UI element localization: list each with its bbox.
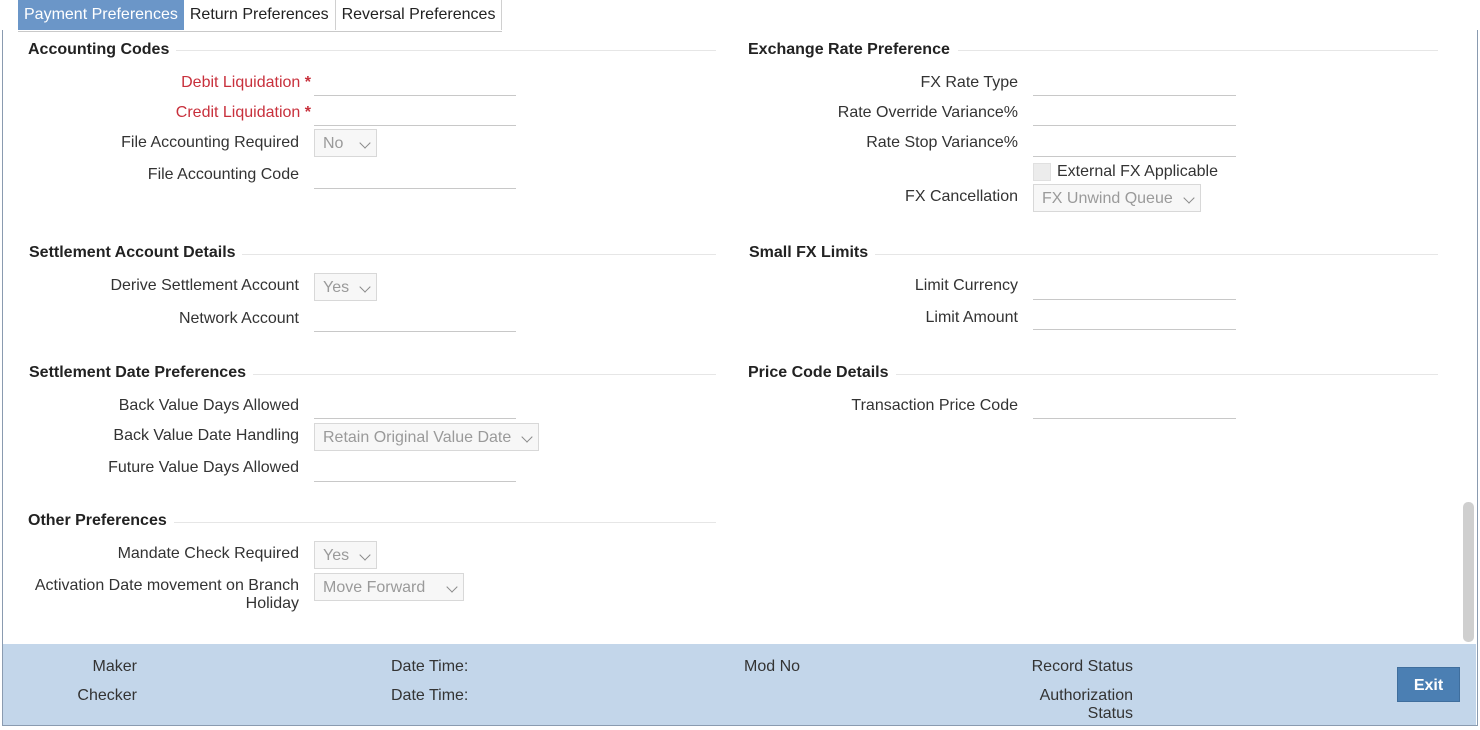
required-star: * xyxy=(304,104,311,121)
derive-settlement-account-label: Derive Settlement Account xyxy=(110,277,299,294)
rate-override-variance-label: Rate Override Variance% xyxy=(837,104,1018,121)
section-divider xyxy=(958,50,1438,51)
transaction-price-code-input[interactable] xyxy=(1033,394,1236,419)
external-fx-applicable-label: External FX Applicable xyxy=(1057,163,1218,180)
section-title-exchange-rate: Exchange Rate Preference xyxy=(748,41,950,58)
authorization-status-line1: Authorization xyxy=(1039,687,1133,704)
audit-footer xyxy=(3,644,1476,725)
rate-override-variance-input[interactable] xyxy=(1033,101,1236,126)
future-value-days-allowed-input[interactable] xyxy=(314,457,516,482)
select-value: FX Unwind Queue xyxy=(1042,190,1173,207)
activation-date-label-line2: Holiday xyxy=(245,595,299,612)
section-divider xyxy=(253,374,716,375)
future-value-days-allowed-label: Future Value Days Allowed xyxy=(108,459,299,476)
fx-rate-type-input[interactable] xyxy=(1033,71,1236,96)
mandate-check-required-label: Mandate Check Required xyxy=(117,545,299,562)
chevron-down-icon xyxy=(1183,192,1195,204)
back-value-date-handling-label: Back Value Date Handling xyxy=(113,427,299,444)
network-account-input[interactable] xyxy=(314,307,516,332)
rate-stop-variance-label: Rate Stop Variance% xyxy=(866,134,1018,151)
record-status-label: Record Status xyxy=(1031,658,1133,675)
maker-date-time-label: Date Time: xyxy=(391,658,469,675)
section-divider xyxy=(176,50,716,51)
file-accounting-required-select[interactable]: No xyxy=(314,129,377,157)
section-divider xyxy=(896,374,1438,375)
activation-date-label-line1: Activation Date movement on Branch xyxy=(34,577,299,594)
section-divider xyxy=(174,522,716,523)
tab-return-preferences[interactable]: Return Preferences xyxy=(183,0,336,30)
limit-currency-label: Limit Currency xyxy=(914,277,1018,294)
maker-label: Maker xyxy=(92,658,137,675)
debit-liquidation-input[interactable] xyxy=(314,71,516,96)
authorization-status-label: Authorization Status xyxy=(1040,687,1133,723)
tab-bar: Payment Preferences Return Preferences R… xyxy=(18,0,503,32)
select-value: Move Forward xyxy=(323,579,426,596)
chevron-down-icon xyxy=(521,431,533,443)
derive-settlement-account-select[interactable]: Yes xyxy=(314,273,377,301)
credit-liquidation-label: Credit Liquidation * xyxy=(176,104,311,122)
checker-label: Checker xyxy=(77,687,137,704)
tab-payment-preferences[interactable]: Payment Preferences xyxy=(18,0,184,30)
back-value-date-handling-select[interactable]: Retain Original Value Date xyxy=(314,423,539,451)
section-divider xyxy=(875,254,1438,255)
section-title-settlement-account: Settlement Account Details xyxy=(29,244,236,261)
chevron-down-icon xyxy=(359,137,371,149)
vertical-scrollbar-thumb[interactable] xyxy=(1463,502,1474,642)
rate-stop-variance-input[interactable] xyxy=(1033,132,1236,157)
back-value-days-allowed-label: Back Value Days Allowed xyxy=(118,397,299,414)
limit-amount-input[interactable] xyxy=(1033,305,1236,330)
external-fx-applicable-checkbox[interactable] xyxy=(1033,163,1051,181)
credit-liquidation-input[interactable] xyxy=(314,101,516,126)
debit-liquidation-label: Debit Liquidation * xyxy=(181,74,311,92)
mandate-check-required-select[interactable]: Yes xyxy=(314,541,377,569)
section-divider xyxy=(242,254,716,255)
limit-currency-input[interactable] xyxy=(1033,275,1236,300)
fx-cancellation-label: FX Cancellation xyxy=(905,188,1018,205)
transaction-price-code-label: Transaction Price Code xyxy=(851,397,1018,414)
section-title-settlement-date: Settlement Date Preferences xyxy=(29,364,246,381)
section-title-other-preferences: Other Preferences xyxy=(28,512,167,529)
checker-date-time-label: Date Time: xyxy=(391,687,469,704)
mod-no-label: Mod No xyxy=(744,658,801,675)
chevron-down-icon xyxy=(359,281,371,293)
file-accounting-code-input[interactable] xyxy=(314,164,516,189)
authorization-status-line2: Status xyxy=(1087,705,1133,722)
section-title-price-code: Price Code Details xyxy=(748,364,889,381)
activation-date-movement-label: Activation Date movement on Branch Holid… xyxy=(35,577,299,613)
chevron-down-icon xyxy=(359,549,371,561)
file-accounting-code-label: File Accounting Code xyxy=(147,166,299,183)
select-value: Retain Original Value Date xyxy=(323,429,512,446)
exit-button[interactable]: Exit xyxy=(1397,667,1460,702)
file-accounting-required-label: File Accounting Required xyxy=(121,134,299,151)
tab-reversal-preferences[interactable]: Reversal Preferences xyxy=(335,0,503,30)
limit-amount-label: Limit Amount xyxy=(925,309,1018,326)
required-star: * xyxy=(304,74,311,91)
select-value: No xyxy=(323,135,344,152)
debit-liquidation-text: Debit Liquidation xyxy=(181,74,301,91)
back-value-days-allowed-input[interactable] xyxy=(314,394,516,419)
chevron-down-icon xyxy=(446,581,458,593)
credit-liquidation-text: Credit Liquidation xyxy=(175,104,301,121)
activation-date-movement-select[interactable]: Move Forward xyxy=(314,573,464,601)
section-title-small-fx-limits: Small FX Limits xyxy=(749,244,869,261)
fx-rate-type-label: FX Rate Type xyxy=(920,74,1018,91)
select-value: Yes xyxy=(323,547,350,564)
fx-cancellation-select[interactable]: FX Unwind Queue xyxy=(1033,184,1201,212)
network-account-label: Network Account xyxy=(178,310,299,327)
select-value: Yes xyxy=(323,279,350,296)
section-title-accounting-codes: Accounting Codes xyxy=(28,41,170,58)
